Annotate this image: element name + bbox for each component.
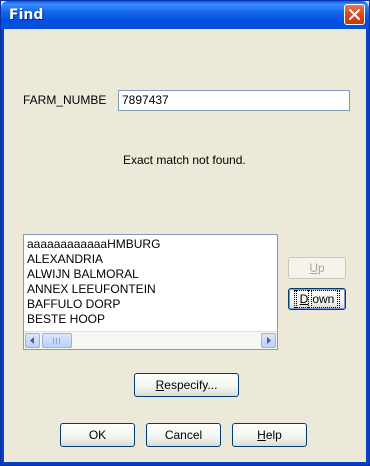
ok-button[interactable]: OK — [60, 423, 135, 447]
respecify-button-label: especify... — [164, 378, 218, 392]
arrow-left-icon — [30, 337, 34, 344]
find-dialog: Find FARM_NUMBE 7897437 Exact match not … — [0, 0, 370, 466]
down-button[interactable]: Down — [288, 288, 346, 310]
down-button-label: own — [308, 290, 339, 308]
search-field-label: FARM_NUMBE — [23, 93, 107, 107]
close-icon — [349, 9, 360, 20]
up-button[interactable]: Up — [288, 257, 346, 279]
up-button-mnemonic: U — [309, 261, 318, 275]
scroll-thumb[interactable] — [42, 333, 72, 348]
close-button[interactable] — [344, 4, 365, 25]
results-list[interactable]: aaaaaaaaaaaaHMBURG ALEXANDRIA ALWIJN BAL… — [23, 234, 278, 350]
status-message: Exact match not found. — [123, 153, 246, 167]
list-item[interactable]: ANNEX LEEUFONTEIN — [27, 282, 275, 297]
cancel-button[interactable]: Cancel — [146, 423, 221, 447]
window-border-bottom — [1, 462, 369, 465]
help-button-mnemonic: H — [257, 428, 266, 442]
title-bar[interactable]: Find — [1, 1, 369, 29]
arrow-right-icon — [267, 337, 271, 344]
list-item[interactable]: ALWIJN BALMORAL — [27, 267, 275, 282]
down-button-text: Down — [293, 290, 341, 308]
window-border-right — [366, 29, 369, 465]
up-button-label: p — [317, 261, 325, 275]
down-button-mnemonic: D — [295, 290, 313, 308]
help-button[interactable]: Help — [232, 423, 307, 447]
list-item[interactable]: aaaaaaaaaaaaHMBURG — [27, 237, 275, 252]
grip-line — [59, 338, 60, 344]
horizontal-scrollbar[interactable] — [24, 331, 277, 349]
respecify-button-mnemonic: R — [155, 378, 165, 392]
list-item[interactable]: BESTE HOOP — [27, 312, 275, 327]
grip-line — [56, 338, 57, 344]
respecify-button[interactable]: Respecify... — [134, 373, 239, 397]
list-item[interactable]: BAFFULO DORP — [27, 297, 275, 312]
search-input[interactable]: 7897437 — [118, 90, 350, 111]
list-item[interactable]: ALEXANDRIA — [27, 252, 275, 267]
window-border-left — [1, 29, 4, 465]
scroll-right-button[interactable] — [261, 333, 276, 348]
grip-line — [53, 338, 54, 344]
help-button-label: elp — [265, 428, 282, 442]
scroll-left-button[interactable] — [25, 333, 40, 348]
dialog-title: Find — [9, 7, 44, 23]
